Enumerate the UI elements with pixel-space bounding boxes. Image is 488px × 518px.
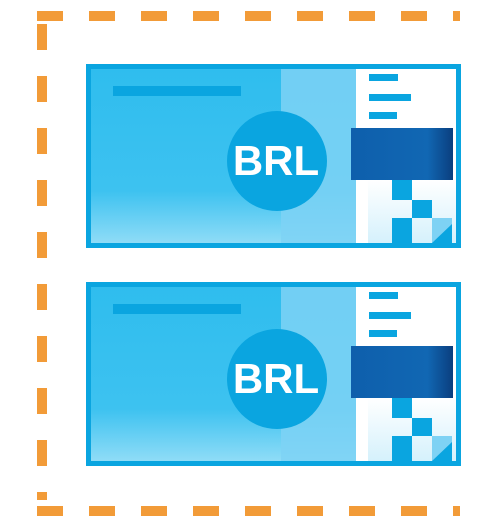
currency-label: BRL: [232, 355, 320, 402]
banknote-card-1: BRL: [86, 64, 461, 248]
canvas: BRL BRL: [0, 0, 488, 518]
banknote-card-2: BRL: [86, 282, 461, 466]
currency-label: BRL: [232, 137, 320, 184]
